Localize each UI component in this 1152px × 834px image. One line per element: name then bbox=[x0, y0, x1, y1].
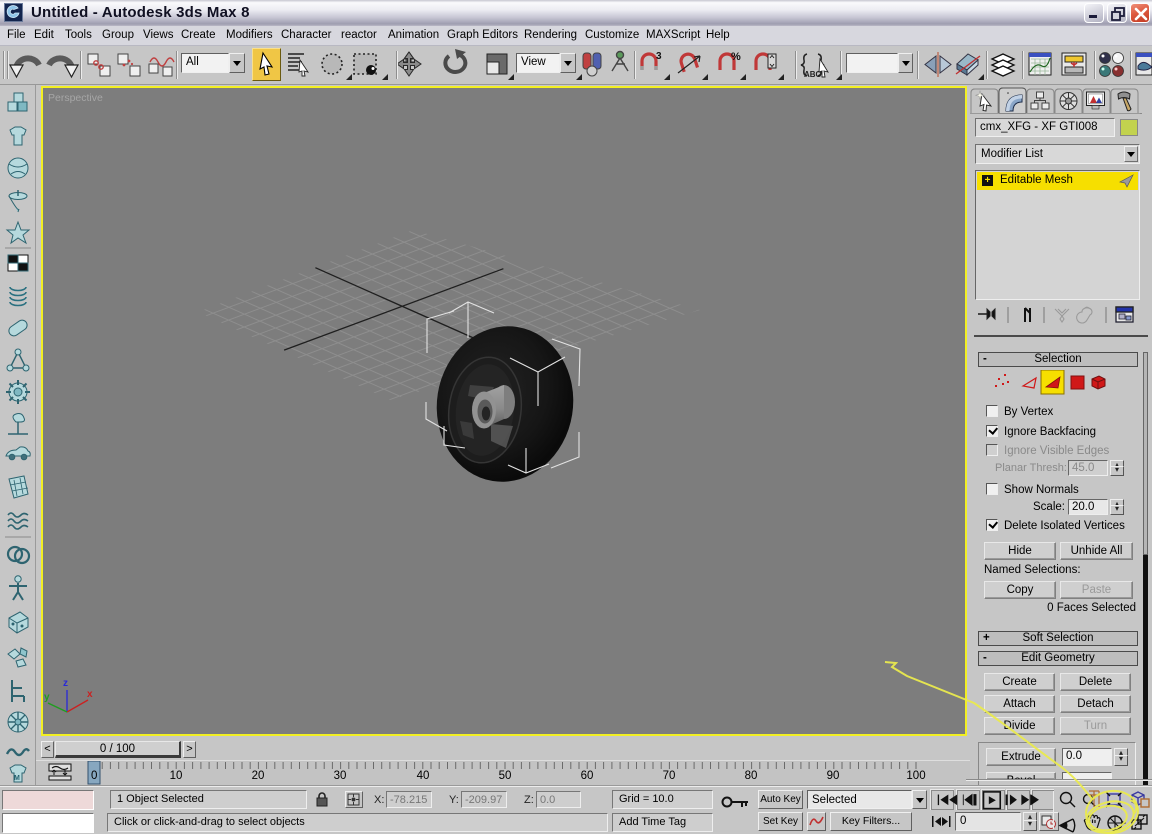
svg-text:60: 60 bbox=[581, 770, 594, 782]
svg-text:40: 40 bbox=[417, 770, 430, 782]
svg-text:80: 80 bbox=[745, 770, 758, 782]
svg-text:x: x bbox=[87, 689, 93, 700]
svg-text:M: M bbox=[14, 775, 20, 782]
svg-text:50: 50 bbox=[499, 770, 512, 782]
svg-text:30: 30 bbox=[334, 770, 347, 782]
svg-text:100: 100 bbox=[906, 770, 925, 782]
svg-text:10: 10 bbox=[170, 770, 183, 782]
svg-text:y: y bbox=[44, 692, 50, 703]
svg-text:70: 70 bbox=[663, 770, 676, 782]
svg-text:0: 0 bbox=[91, 770, 97, 782]
svg-text:90: 90 bbox=[827, 770, 840, 782]
svg-text:z: z bbox=[63, 678, 68, 689]
svg-text:20: 20 bbox=[252, 770, 265, 782]
